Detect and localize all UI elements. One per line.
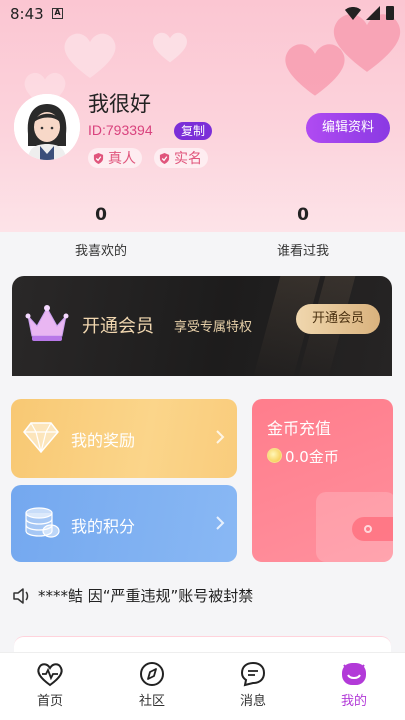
copy-id-button[interactable]: 复制 xyxy=(174,122,212,140)
my-points-card[interactable]: 我的积分 xyxy=(11,485,237,562)
diamond-icon xyxy=(23,422,59,453)
status-bar: 8:43 A xyxy=(0,0,405,28)
wallet-clasp-dot xyxy=(364,525,372,533)
my-rewards-label: 我的奖励 xyxy=(71,431,136,450)
balloon-heart-icon xyxy=(152,32,188,63)
vip-banner[interactable]: 开通会员 享受专属特权 开通会员 xyxy=(12,276,392,376)
heart-pulse-icon xyxy=(37,663,63,687)
coin-recharge-title: 金币充值 xyxy=(267,419,332,438)
visitors-label[interactable]: 谁看过我 xyxy=(243,240,363,259)
tab-label: 首页 xyxy=(36,694,63,709)
compass-icon xyxy=(140,662,164,686)
vip-banner-edge xyxy=(0,376,405,386)
shield-check-icon xyxy=(159,152,170,164)
shield-check-icon xyxy=(93,152,104,164)
nickname: 我很好 xyxy=(88,92,151,116)
bottom-tab-bar: 首页 社区 消息 我的 xyxy=(0,652,405,720)
message-icon xyxy=(240,661,266,687)
user-id: ID:793394 xyxy=(88,122,153,138)
my-points-label: 我的积分 xyxy=(71,517,136,536)
avatar[interactable] xyxy=(14,94,80,160)
announcement-text: ****鲒 因“严重违规”账号被封禁 xyxy=(38,587,254,605)
avatar-girl-icon xyxy=(14,94,80,160)
tab-label: 我的 xyxy=(340,694,367,709)
tab-community[interactable]: 社区 xyxy=(122,661,182,709)
notification-icon: A xyxy=(52,8,63,19)
tag-label: 实名 xyxy=(174,151,202,167)
edit-profile-button[interactable]: 编辑资料 xyxy=(306,113,390,143)
status-time: 8:43 xyxy=(10,5,44,23)
tab-messages[interactable]: 消息 xyxy=(223,661,283,709)
crown-icon xyxy=(25,305,69,341)
tab-home[interactable]: 首页 xyxy=(20,661,80,709)
announcement-bar[interactable]: ****鲒 因“严重违规”账号被封禁 xyxy=(12,585,253,606)
tag-label: 真人 xyxy=(108,151,136,167)
chevron-right-icon xyxy=(216,430,225,444)
my-rewards-card[interactable]: 我的奖励 xyxy=(11,399,237,478)
coin-balance: 0.0金币 xyxy=(285,448,339,466)
battery-icon xyxy=(386,6,394,20)
profile-face-icon xyxy=(342,663,366,685)
gold-coin-icon xyxy=(267,448,282,463)
vip-title: 开通会员 xyxy=(82,316,154,337)
likes-label[interactable]: 我喜欢的 xyxy=(41,240,161,259)
open-vip-button[interactable]: 开通会员 xyxy=(296,304,380,334)
coin-stack-icon xyxy=(25,507,60,538)
signal-icon xyxy=(366,6,380,20)
likes-count[interactable]: 0 xyxy=(86,205,116,225)
verified-real-badge: 真人 xyxy=(88,148,142,168)
visitors-count[interactable]: 0 xyxy=(288,205,318,225)
speaker-icon xyxy=(13,587,29,604)
tab-label: 消息 xyxy=(239,694,266,709)
verified-identity-badge: 实名 xyxy=(154,148,208,168)
chevron-right-icon xyxy=(216,516,225,530)
wifi-icon xyxy=(345,7,361,20)
tab-label: 社区 xyxy=(138,694,165,709)
coin-recharge-card[interactable]: 金币充值 0.0金币 xyxy=(252,399,393,562)
wallet-clasp xyxy=(352,517,393,541)
tab-mine[interactable]: 我的 xyxy=(324,661,384,709)
vip-subtitle: 享受专属特权 xyxy=(174,320,253,335)
